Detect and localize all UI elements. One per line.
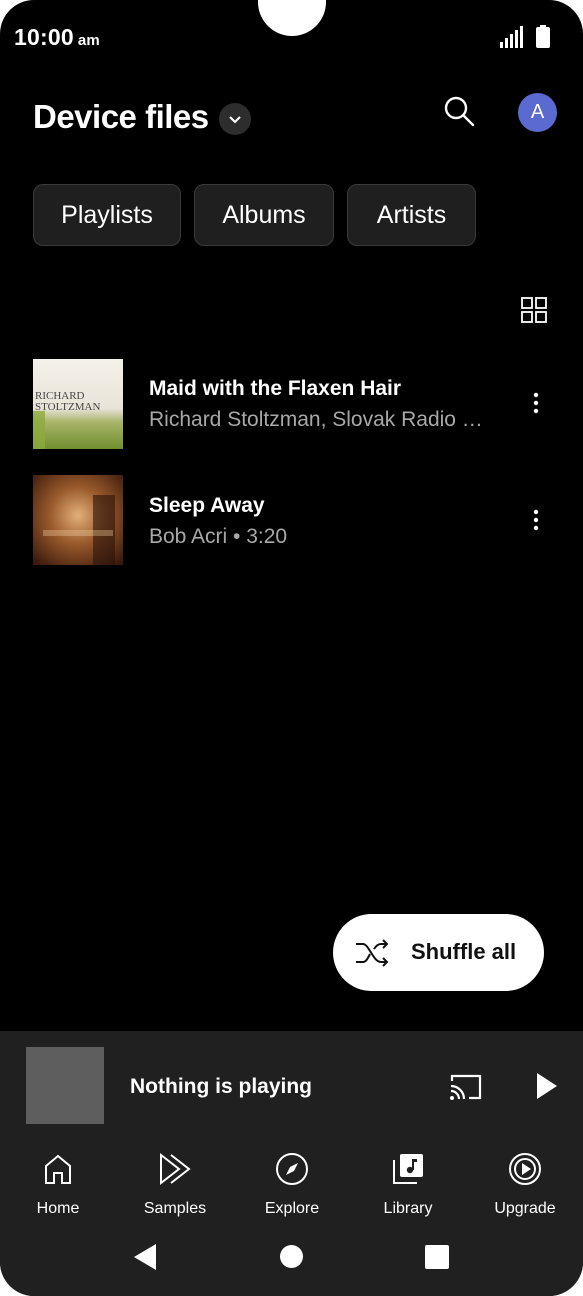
nav-label: Home: [36, 1200, 80, 1217]
camera-notch: [258, 0, 326, 36]
more-options-icon[interactable]: [528, 391, 544, 417]
nav-home[interactable]: Home: [8, 1152, 108, 1222]
song-subtitle: Richard Stoltzman, Slovak Radio …: [149, 408, 483, 431]
home-icon: [45, 1154, 71, 1184]
song-subtitle: Bob Acri • 3:20: [149, 525, 288, 548]
album-art-text-2: STOLTZMAN: [35, 401, 100, 413]
chip-playlists[interactable]: Playlists: [33, 184, 181, 246]
list-item[interactable]: RICHARD STOLTZMAN Maid with the Flaxen H…: [0, 358, 583, 450]
shuffle-all-button[interactable]: Shuffle all: [333, 914, 544, 991]
library-icon: [393, 1154, 423, 1184]
upgrade-icon: [509, 1153, 541, 1185]
nav-samples[interactable]: Samples: [125, 1152, 225, 1222]
recent-apps-button[interactable]: [425, 1245, 449, 1269]
battery-icon: [536, 25, 550, 48]
page-title: Device files: [33, 98, 209, 135]
back-icon[interactable]: [132, 1243, 158, 1271]
mini-player-art: [26, 1047, 104, 1124]
mini-player[interactable]: Nothing is playing: [0, 1031, 583, 1144]
bottom-navigation: Home Samples Explore Library Upgrade: [0, 1144, 583, 1296]
nav-label: Samples: [143, 1200, 207, 1217]
nav-label: Explore: [264, 1200, 320, 1217]
system-home-button[interactable]: [280, 1245, 303, 1268]
avatar[interactable]: A: [518, 93, 557, 132]
chip-albums[interactable]: Albums: [194, 184, 334, 246]
samples-icon: [160, 1152, 191, 1186]
nav-label: Library: [383, 1200, 433, 1217]
nav-label: Upgrade: [494, 1200, 556, 1217]
shuffle-all-label: Shuffle all: [411, 939, 517, 964]
app-screen: 10:00 am Device files A Playlists Albums …: [0, 0, 583, 1296]
song-title: Sleep Away: [149, 494, 265, 517]
search-icon[interactable]: [442, 94, 476, 128]
list-item[interactable]: Sleep Away Bob Acri • 3:20: [0, 475, 583, 567]
compass-icon: [276, 1153, 308, 1185]
signal-icon: [500, 26, 523, 48]
now-playing-status: Nothing is playing: [130, 1075, 312, 1098]
nav-library[interactable]: Library: [358, 1152, 458, 1222]
album-art: [33, 475, 123, 565]
nav-explore[interactable]: Explore: [242, 1152, 342, 1222]
album-art: RICHARD STOLTZMAN: [33, 359, 123, 449]
nav-upgrade[interactable]: Upgrade: [475, 1152, 575, 1222]
source-dropdown-button[interactable]: [219, 103, 251, 135]
play-icon[interactable]: [536, 1073, 558, 1099]
chevron-down-icon: [229, 116, 241, 124]
song-title: Maid with the Flaxen Hair: [149, 377, 402, 400]
chip-artists[interactable]: Artists: [347, 184, 476, 246]
shuffle-icon: [356, 939, 389, 967]
status-time: 10:00 am: [14, 24, 100, 50]
more-options-icon[interactable]: [528, 508, 544, 534]
cast-icon[interactable]: [449, 1073, 483, 1101]
grid-view-icon[interactable]: [521, 297, 547, 323]
